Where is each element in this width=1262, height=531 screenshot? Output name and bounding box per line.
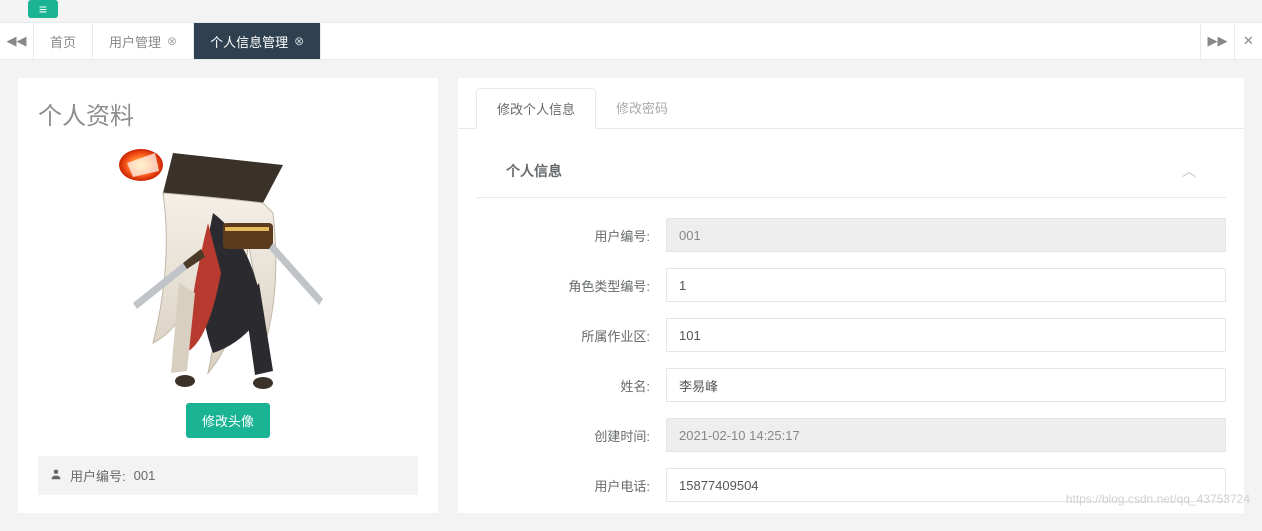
- form-row-user-id: 用户编号:: [476, 210, 1226, 260]
- user-id-label: 用户编号:: [70, 466, 126, 485]
- input-role-type-id[interactable]: [666, 268, 1226, 302]
- input-user-id: [666, 218, 1226, 252]
- section-header: 个人信息 ︿: [476, 145, 1226, 198]
- page-title: 个人资料: [38, 96, 418, 131]
- user-icon: [50, 468, 62, 483]
- double-chevron-right-icon: ▶▶: [1208, 33, 1228, 49]
- avatar-image: [113, 143, 343, 393]
- tab-user-management[interactable]: 用户管理 ⊗: [93, 23, 194, 59]
- input-created-at: [666, 418, 1226, 452]
- form-row-name: 姓名:: [476, 360, 1226, 410]
- label-created-at: 创建时间:: [476, 426, 666, 445]
- label-phone: 用户电话:: [476, 476, 666, 495]
- input-work-area[interactable]: [666, 318, 1226, 352]
- close-icon[interactable]: ⊗: [167, 34, 177, 48]
- profile-sidebar-panel: 个人资料: [18, 78, 438, 513]
- tabs-scroll-left-button[interactable]: ◀◀: [0, 23, 34, 59]
- section-title: 个人信息: [506, 161, 562, 181]
- label-role-type-id: 角色类型编号:: [476, 276, 666, 295]
- label-name: 姓名:: [476, 376, 666, 395]
- tab-label: 用户管理: [109, 32, 161, 51]
- chevron-up-icon[interactable]: ︿: [1182, 161, 1196, 181]
- form-row-work-area: 所属作业区:: [476, 310, 1226, 360]
- content-area: 个人资料: [0, 60, 1262, 531]
- tab-bar: ◀◀ 首页 用户管理 ⊗ 个人信息管理 ⊗ ▶▶ ✕: [0, 22, 1262, 60]
- tab-label: 个人信息管理: [210, 32, 288, 51]
- tab-edit-personal-info[interactable]: 修改个人信息: [476, 88, 596, 129]
- tab-label: 首页: [50, 32, 76, 51]
- user-id-info-box: 用户编号: 001: [38, 456, 418, 495]
- profile-form-panel: 修改个人信息 修改密码 个人信息 ︿ 用户编号: 角色类型编号: 所属作业区: …: [458, 78, 1244, 513]
- tabs-container: 首页 用户管理 ⊗ 个人信息管理 ⊗: [34, 23, 1200, 59]
- close-icon[interactable]: ⊗: [294, 34, 304, 48]
- form-area: 用户编号: 角色类型编号: 所属作业区: 姓名: 创建时间: 用户电话:: [458, 198, 1244, 510]
- tab-home[interactable]: 首页: [34, 23, 93, 59]
- form-row-created-at: 创建时间:: [476, 410, 1226, 460]
- inner-tabs: 修改个人信息 修改密码: [458, 78, 1244, 129]
- tab-personal-info-management[interactable]: 个人信息管理 ⊗: [194, 23, 321, 59]
- hamburger-menu-button[interactable]: ≡: [28, 0, 58, 18]
- watermark-text: https://blog.csdn.net/qq_43753724: [1066, 492, 1250, 506]
- label-user-id: 用户编号:: [476, 226, 666, 245]
- tab-change-password[interactable]: 修改密码: [596, 88, 688, 128]
- hamburger-icon: ≡: [39, 2, 47, 16]
- tabs-scroll-right-button[interactable]: ▶▶: [1200, 23, 1234, 59]
- change-avatar-button[interactable]: 修改头像: [186, 403, 270, 438]
- form-row-role-type-id: 角色类型编号:: [476, 260, 1226, 310]
- avatar-area: 修改头像: [38, 143, 418, 438]
- input-name[interactable]: [666, 368, 1226, 402]
- double-chevron-left-icon: ◀◀: [7, 33, 27, 49]
- close-tabs-button[interactable]: ✕: [1234, 23, 1262, 59]
- label-work-area: 所属作业区:: [476, 326, 666, 345]
- user-id-value: 001: [134, 468, 156, 483]
- close-icon: ✕: [1243, 33, 1254, 49]
